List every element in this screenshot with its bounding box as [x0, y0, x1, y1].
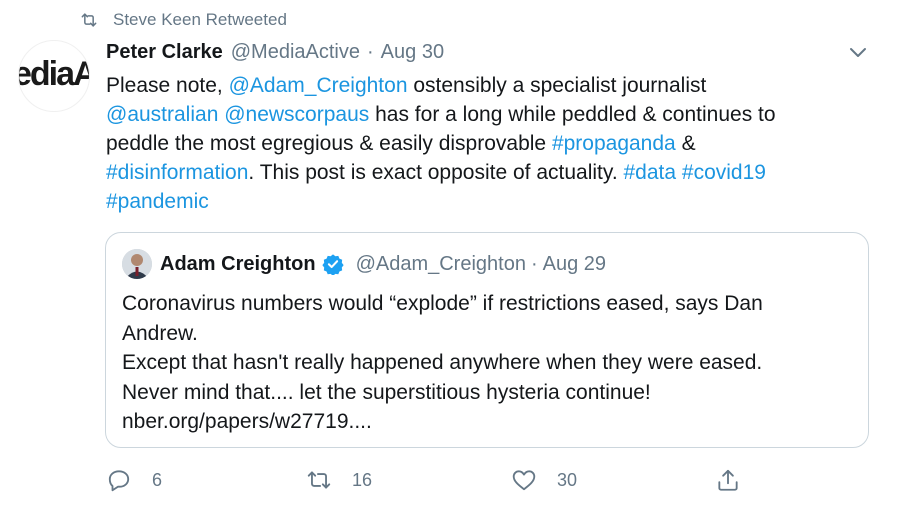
tweet-text-segment: has for a long while peddled & continues… [369, 103, 776, 126]
tweet-text-segment: . This post is exact opposite of actuali… [248, 161, 624, 184]
quoted-tweet-header: Adam Creighton @Adam_Creighton · Aug 29 [160, 250, 606, 278]
like-count: 30 [557, 469, 578, 490]
quoted-author-avatar[interactable] [122, 249, 152, 279]
retweet-icon [307, 471, 331, 489]
retweet-icon [81, 13, 97, 27]
chevron-down-icon[interactable] [846, 40, 870, 64]
tweet-line: #pandemic [106, 187, 886, 216]
tweet-text-segment: & [675, 132, 696, 155]
quoted-tweet-text: Coronavirus numbers would “explode” if r… [122, 289, 852, 437]
tweet-text: Please note, @Adam_Creighton ostensibly … [106, 71, 886, 216]
retweet-button[interactable]: 16 [306, 465, 372, 495]
quoted-author-name[interactable]: Adam Creighton [160, 253, 316, 276]
share-icon [718, 469, 738, 491]
hashtag-link[interactable]: #propaganda [552, 132, 676, 155]
tweet-text-segment: Please note, [106, 74, 229, 97]
hashtag-link[interactable]: #data [623, 161, 676, 184]
quoted-line: Andrew. [122, 321, 198, 345]
tweet-text-segment: ostensibly a specialist journalist [407, 74, 707, 97]
tweet-date[interactable]: Aug 30 [381, 41, 444, 64]
retweeted-by-label: Steve Keen Retweeted [113, 10, 287, 29]
tweet-line: @australian @newscorpaus has for a long … [106, 100, 886, 129]
mention-link[interactable]: @newscorpaus [224, 103, 369, 126]
author-handle[interactable]: @MediaActive [231, 41, 360, 64]
tweet-text-segment: peddle the most egregious & easily dispr… [106, 132, 552, 155]
quoted-tweet-date[interactable]: Aug 29 [543, 253, 606, 276]
author-name[interactable]: Peter Clarke [106, 41, 223, 64]
tweet-line: peddle the most egregious & easily dispr… [106, 129, 886, 158]
author-avatar[interactable]: ediaActi [18, 40, 90, 112]
quoted-header-separator: · [530, 252, 538, 275]
quoted-author-handle[interactable]: @Adam_Creighton [356, 253, 526, 276]
mention-link[interactable]: @Adam_Creighton [229, 74, 408, 97]
reply-icon [108, 470, 130, 492]
quoted-tweet[interactable]: Adam Creighton @Adam_Creighton · Aug 29 … [105, 232, 869, 448]
tweet-actions: 6 16 30 [0, 465, 910, 495]
header-separator: · [367, 40, 374, 63]
hashtag-link[interactable]: #covid19 [682, 161, 766, 184]
heart-icon [512, 470, 536, 491]
retweet-count: 16 [352, 469, 373, 490]
tweet-line: Please note, @Adam_Creighton ostensibly … [106, 71, 886, 100]
hashtag-link[interactable]: #disinformation [106, 161, 248, 184]
share-button[interactable] [715, 465, 741, 495]
tweet-header: Peter Clarke @MediaActive · Aug 30 [106, 38, 444, 66]
quoted-line: Except that hasn't really happened anywh… [122, 351, 763, 374]
quoted-line: Never mind that.... let the superstitiou… [122, 380, 651, 404]
quoted-line: Coronavirus numbers would “explode” if r… [122, 292, 763, 315]
retweeted-by-row[interactable]: Steve Keen Retweeted [79, 8, 287, 32]
like-button[interactable]: 30 [511, 465, 577, 495]
tweet-line: #disinformation. This post is exact oppo… [106, 158, 886, 187]
hashtag-link[interactable]: #pandemic [106, 190, 209, 213]
reply-count: 6 [152, 469, 163, 490]
verified-badge-icon [321, 254, 344, 275]
reply-button[interactable]: 6 [106, 465, 162, 495]
mention-link[interactable]: @australian [106, 103, 218, 126]
quoted-link-line[interactable]: nber.org/papers/w27719.... [122, 407, 852, 437]
avatar-logo-text: ediaActi [18, 55, 89, 93]
